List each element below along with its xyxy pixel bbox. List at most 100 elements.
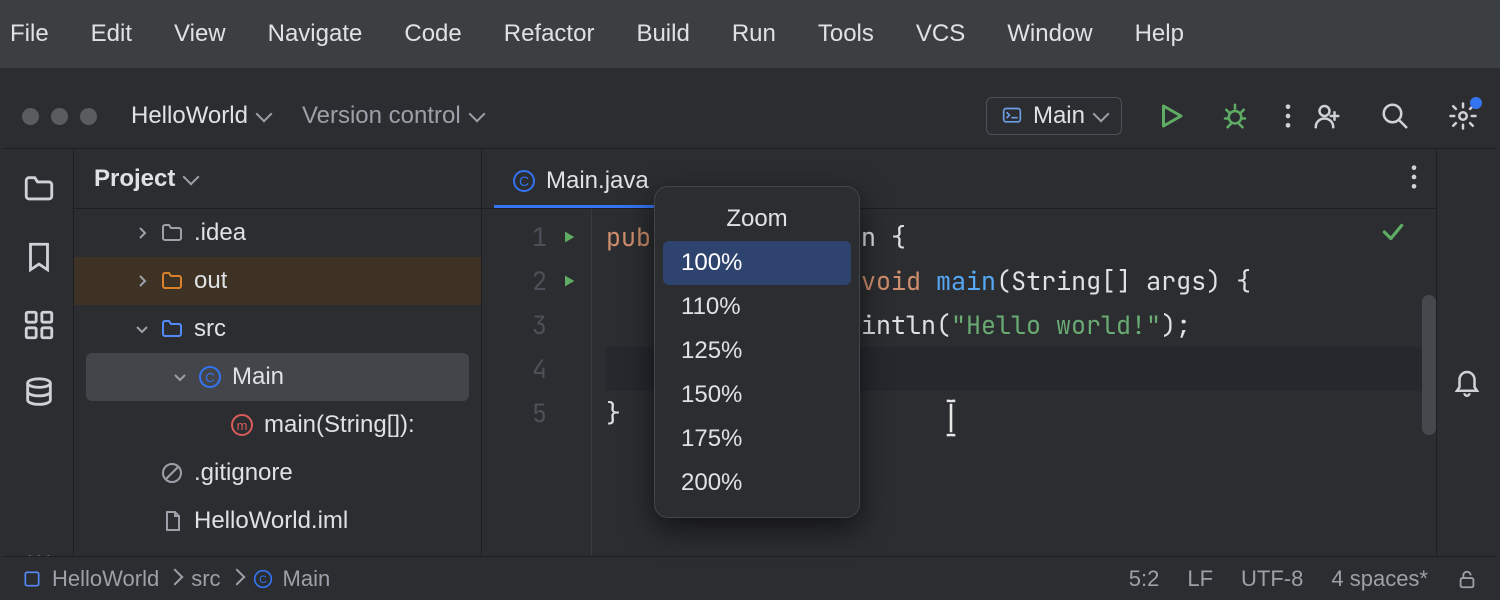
- project-panel-header[interactable]: Project: [74, 149, 481, 209]
- search-icon[interactable]: [1380, 101, 1410, 131]
- breadcrumb-file: Main: [283, 566, 331, 592]
- chevron-down-icon[interactable]: [134, 321, 150, 337]
- menu-view[interactable]: View: [174, 20, 226, 48]
- tab-main-java[interactable]: C Main.java: [494, 157, 667, 208]
- status-line-sep[interactable]: LF: [1187, 566, 1213, 592]
- zoom-popup: Zoom 100%110%125%150%175%200%: [654, 186, 860, 518]
- tree-item--idea[interactable]: .idea: [74, 209, 481, 257]
- menu-code[interactable]: Code: [404, 20, 461, 48]
- settings-icon[interactable]: [1448, 101, 1478, 131]
- status-encoding[interactable]: UTF-8: [1241, 566, 1303, 592]
- debug-button[interactable]: [1220, 101, 1250, 131]
- code-with-me-icon[interactable]: [1312, 101, 1342, 131]
- bookmarks-tool-icon[interactable]: [21, 239, 57, 275]
- gutter-run-icon[interactable]: [561, 273, 577, 289]
- menu-navigate[interactable]: Navigate: [268, 20, 363, 48]
- gutter-line[interactable]: 2: [482, 259, 591, 303]
- editor-scrollbar[interactable]: [1422, 295, 1436, 435]
- menu-vcs[interactable]: VCS: [916, 20, 965, 48]
- method-icon: m: [230, 413, 254, 437]
- notifications-icon[interactable]: [1452, 167, 1482, 596]
- status-caret[interactable]: 5:2: [1129, 566, 1160, 592]
- menu-build[interactable]: Build: [636, 20, 689, 48]
- editor-body[interactable]: 12345 pub n { c void main(String[] args)…: [482, 209, 1436, 596]
- gutter-line[interactable]: 3: [482, 303, 591, 347]
- tree-item-main-string-[interactable]: mmain(String[]):: [74, 401, 481, 449]
- tree-item-helloworld-iml[interactable]: HelloWorld.iml: [74, 497, 481, 545]
- line-number: 5: [532, 391, 547, 435]
- class-icon: C: [198, 365, 222, 389]
- chevron-down-icon[interactable]: [172, 369, 188, 385]
- breadcrumb[interactable]: HelloWorld src C Main: [22, 566, 330, 592]
- zoom-option-200pct[interactable]: 200%: [663, 461, 851, 505]
- tree-item-main[interactable]: CMain: [86, 353, 469, 401]
- menu-tools[interactable]: Tools: [818, 20, 874, 48]
- chevron-down-icon: [471, 102, 483, 130]
- breadcrumb-root: HelloWorld: [52, 566, 159, 592]
- zoom-option-150pct[interactable]: 150%: [663, 373, 851, 417]
- tree-item--gitignore[interactable]: .gitignore: [74, 449, 481, 497]
- file-icon: [160, 509, 184, 533]
- tab-more-icon[interactable]: [1410, 163, 1418, 191]
- menu-window[interactable]: Window: [1007, 20, 1092, 48]
- zoom-option-110pct[interactable]: 110%: [663, 285, 851, 329]
- zoom-option-125pct[interactable]: 125%: [663, 329, 851, 373]
- chevron-right-icon[interactable]: [134, 225, 150, 241]
- menu-edit[interactable]: Edit: [91, 20, 132, 48]
- class-icon: C: [512, 169, 536, 193]
- breadcrumb-src: src: [191, 566, 220, 592]
- tree-item-label: HelloWorld.iml: [194, 507, 348, 535]
- folder-icon: [160, 221, 184, 245]
- vcs-selector[interactable]: Version control: [302, 102, 483, 130]
- status-indent[interactable]: 4 spaces*: [1331, 566, 1428, 592]
- right-tool-strip: [1436, 149, 1496, 596]
- line-number: 2: [532, 259, 547, 303]
- menu-help[interactable]: Help: [1135, 20, 1184, 48]
- gutter-line[interactable]: 4: [482, 347, 591, 391]
- run-button[interactable]: [1156, 101, 1186, 131]
- chevron-right-icon[interactable]: [134, 273, 150, 289]
- chevron-down-icon: [185, 165, 197, 193]
- chevron-down-icon: [1095, 102, 1107, 130]
- tree-item-label: src: [194, 315, 226, 343]
- svg-text:C: C: [519, 173, 529, 189]
- project-name: HelloWorld: [131, 102, 248, 130]
- chevron-down-icon: [258, 102, 270, 130]
- more-actions-button[interactable]: [1284, 102, 1292, 130]
- project-panel: Project .ideaoutsrcCMainmmain(String[]):…: [74, 149, 482, 596]
- tree-item-out[interactable]: out: [74, 257, 481, 305]
- database-tool-icon[interactable]: [21, 375, 57, 411]
- run-config-name: Main: [1033, 102, 1085, 130]
- update-badge-icon: [1470, 97, 1482, 109]
- menu-run[interactable]: Run: [732, 20, 776, 48]
- zoom-option-100pct[interactable]: 100%: [663, 241, 851, 285]
- gutter-run-icon[interactable]: [561, 229, 577, 245]
- tree-item-label: .gitignore: [194, 459, 293, 487]
- window-minimize-button[interactable]: [51, 108, 68, 125]
- menu-file[interactable]: File: [10, 20, 49, 48]
- svg-text:C: C: [205, 370, 214, 385]
- gutter-line[interactable]: 5: [482, 391, 591, 435]
- editor-tabs: C Main.java: [482, 149, 1436, 209]
- structure-tool-icon[interactable]: [21, 307, 57, 343]
- editor-area: C Main.java 12345 pub n { c void main(St…: [482, 149, 1436, 596]
- project-panel-title: Project: [94, 165, 175, 193]
- gutter-line[interactable]: 1: [482, 215, 591, 259]
- tree-item-src[interactable]: src: [74, 305, 481, 353]
- tab-label: Main.java: [546, 167, 649, 195]
- no-problems-icon[interactable]: [1380, 219, 1406, 245]
- editor-gutter: 12345: [482, 209, 592, 596]
- zoom-option-175pct[interactable]: 175%: [663, 417, 851, 461]
- chevron-right-icon: [231, 566, 243, 592]
- folder-blue-icon: [160, 317, 184, 341]
- line-number: 1: [532, 215, 547, 259]
- menu-refactor[interactable]: Refactor: [504, 20, 595, 48]
- run-config-selector[interactable]: Main: [986, 97, 1122, 135]
- window-close-button[interactable]: [22, 108, 39, 125]
- window-maximize-button[interactable]: [80, 108, 97, 125]
- folder-orange-icon: [160, 269, 184, 293]
- project-tool-icon[interactable]: [21, 171, 57, 207]
- lock-icon[interactable]: [1456, 568, 1478, 590]
- svg-text:C: C: [259, 574, 267, 586]
- project-selector[interactable]: HelloWorld: [131, 102, 270, 130]
